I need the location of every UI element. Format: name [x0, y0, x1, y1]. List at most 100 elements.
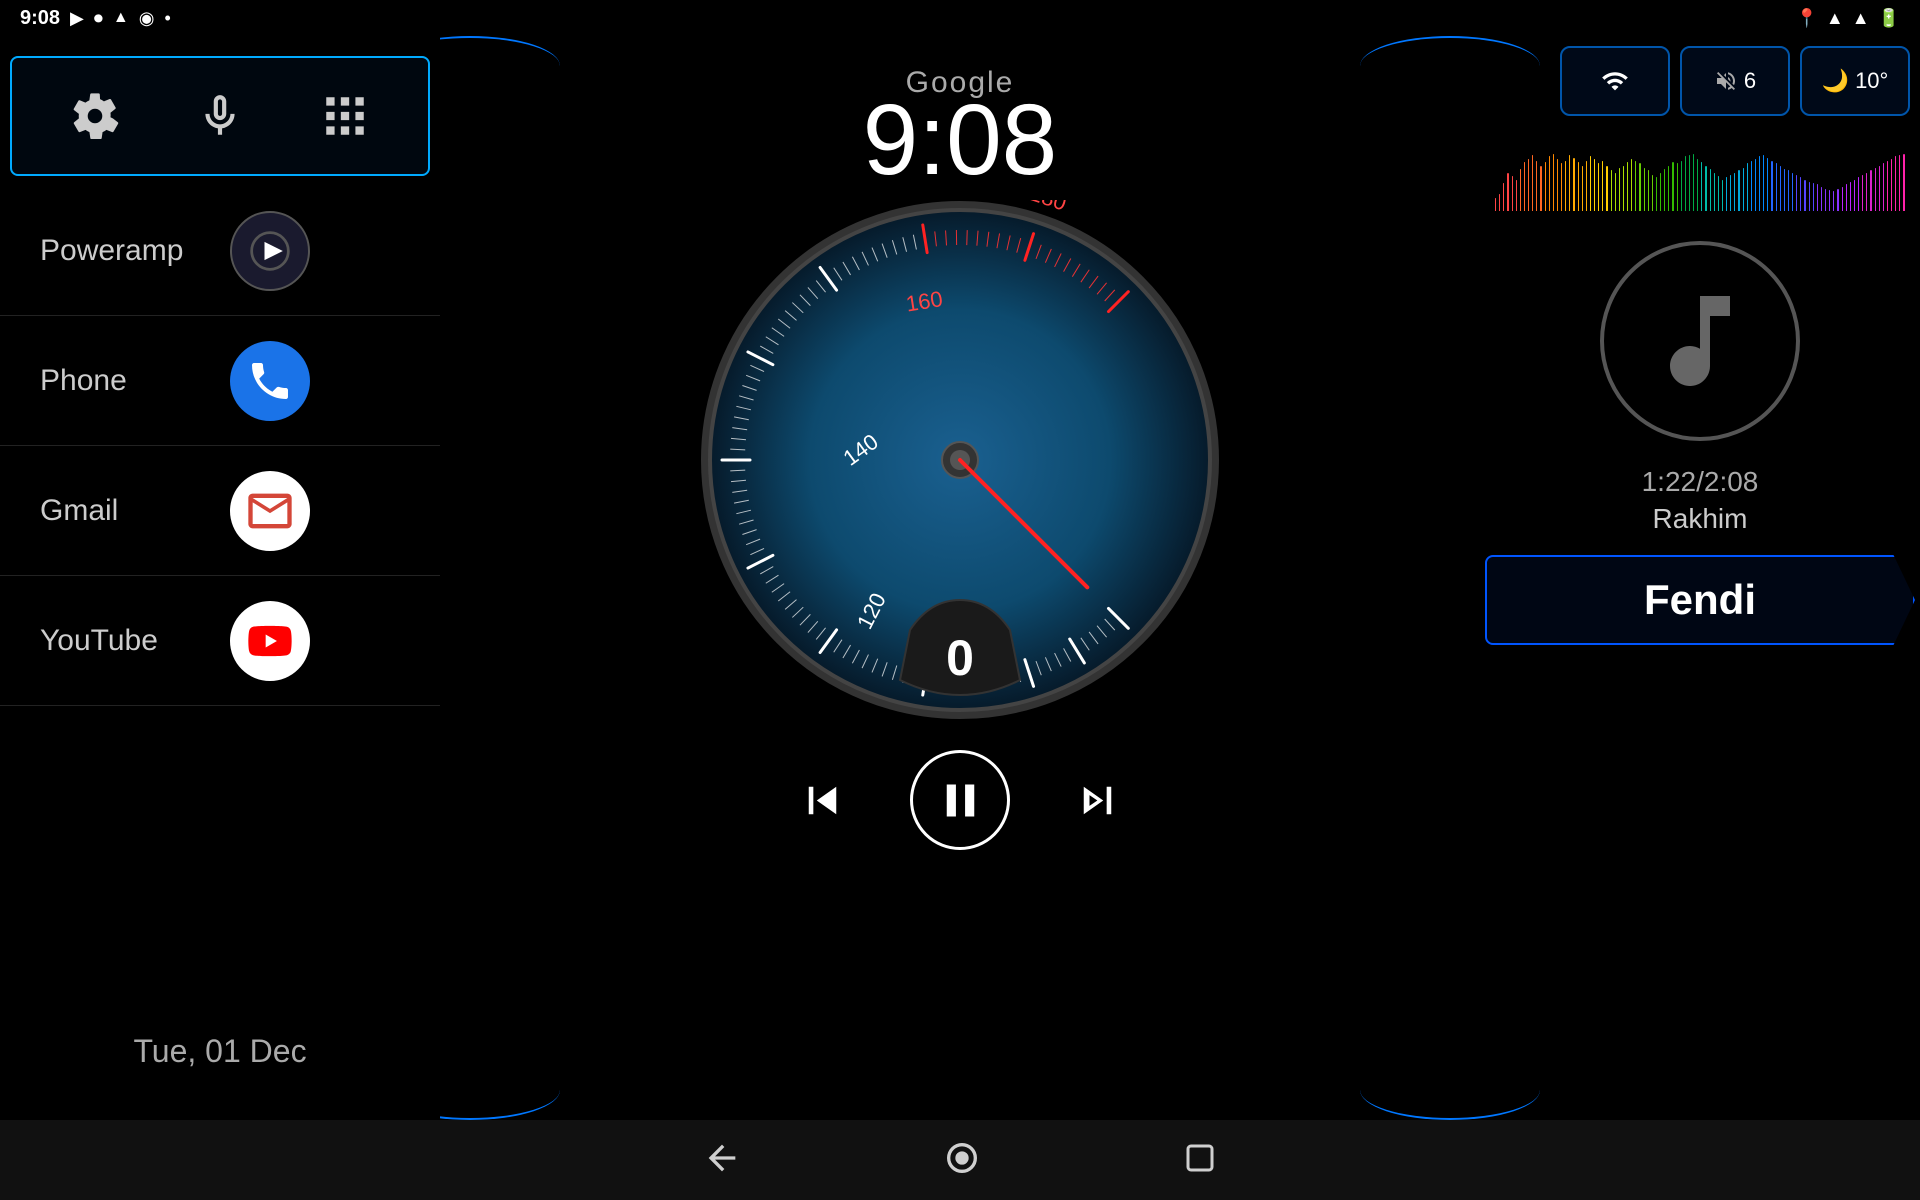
eq-bar — [1697, 159, 1698, 212]
eq-bar — [1895, 156, 1896, 211]
eq-bar — [1722, 180, 1723, 212]
phone-icon — [230, 341, 310, 421]
pause-button[interactable] — [910, 750, 1010, 850]
eq-bar — [1751, 161, 1752, 211]
eq-bar — [1578, 162, 1579, 211]
eq-bar — [1520, 169, 1521, 211]
eq-bar — [1714, 173, 1715, 212]
battery-icon: 🔋 — [1878, 8, 1900, 29]
volume-widget: 6 — [1680, 46, 1790, 116]
left-panel: Poweramp Phone Gmail YouTube — [0, 36, 440, 1200]
eq-bar — [1817, 184, 1818, 211]
music-note-icon — [1600, 241, 1800, 441]
eq-bar — [1590, 156, 1591, 211]
app-item-phone[interactable]: Phone — [0, 316, 440, 446]
eq-bar — [1627, 162, 1628, 211]
eq-bar — [1726, 177, 1727, 211]
app-item-gmail[interactable]: Gmail — [0, 446, 440, 576]
eq-bar — [1631, 159, 1632, 212]
eq-bar — [1594, 159, 1595, 212]
eq-bar — [1887, 161, 1888, 211]
track-time: 1:22/2:08 — [1642, 466, 1759, 498]
eq-bar — [1565, 161, 1566, 211]
app-label-phone: Phone — [40, 364, 200, 398]
eq-bar — [1747, 163, 1748, 211]
status-bar: 9:08 ▶ ⏺ ▲ ◉ • 📍 ▲ ▲ 🔋 — [0, 0, 1920, 36]
eq-bar — [1738, 170, 1739, 211]
eq-bar — [1672, 162, 1673, 211]
microphone-button[interactable] — [195, 91, 245, 141]
eq-bar — [1899, 155, 1900, 211]
prev-button[interactable] — [795, 773, 850, 828]
date-display: Tue, 01 Dec — [0, 1033, 440, 1070]
speedometer: 0 20 40 60 80 100 120 140 160 180 200 0 — [700, 200, 1220, 720]
eq-bar — [1693, 154, 1694, 211]
eq-bar — [1639, 163, 1640, 211]
eq-bar — [1862, 175, 1863, 211]
gmail-icon — [230, 471, 310, 551]
settings-button[interactable] — [70, 91, 120, 141]
eq-bar — [1837, 189, 1838, 211]
app-item-youtube[interactable]: YouTube — [0, 576, 440, 706]
eq-bar — [1759, 156, 1760, 211]
eq-bar — [1813, 183, 1814, 211]
track-artist: Rakhim — [1653, 503, 1748, 535]
eq-bar — [1804, 180, 1805, 212]
eq-bar — [1796, 175, 1797, 211]
app-item-poweramp[interactable]: Poweramp — [0, 186, 440, 316]
app-label-gmail: Gmail — [40, 494, 200, 528]
eq-bar — [1553, 154, 1554, 211]
equalizer — [1490, 131, 1910, 211]
next-button[interactable] — [1070, 773, 1125, 828]
eq-bar — [1495, 198, 1496, 211]
eq-bar — [1800, 177, 1801, 211]
eq-bar — [1557, 159, 1558, 212]
home-button[interactable] — [942, 1138, 982, 1183]
eq-bar — [1606, 166, 1607, 212]
eq-bar — [1879, 166, 1880, 212]
eq-bar — [1755, 159, 1756, 212]
eq-bar — [1829, 190, 1830, 211]
eq-bar — [1677, 163, 1678, 211]
recents-button[interactable] — [1182, 1140, 1218, 1181]
eq-bar — [1846, 184, 1847, 211]
eq-bar — [1771, 161, 1772, 211]
youtube-icon — [230, 601, 310, 681]
eq-bar — [1833, 191, 1834, 211]
eq-bar — [1507, 173, 1508, 212]
eq-bar — [1730, 175, 1731, 211]
eq-bar — [1883, 163, 1884, 211]
signal-icon: ▲ — [1852, 8, 1870, 29]
eq-bar — [1499, 194, 1500, 212]
eq-bar — [1503, 183, 1504, 211]
eq-bar — [1809, 182, 1810, 211]
app-label-poweramp: Poweramp — [40, 234, 200, 268]
eq-bar — [1701, 162, 1702, 211]
play-icon: ▶ — [70, 8, 84, 29]
track-title: Fendi — [1485, 555, 1915, 645]
eq-bar — [1619, 168, 1620, 211]
back-button[interactable] — [702, 1138, 742, 1183]
weather-widget: 🌙 10° — [1800, 46, 1910, 116]
eq-bar — [1516, 180, 1517, 212]
eq-bar — [1850, 182, 1851, 211]
stop-icon: ⏺ — [94, 8, 103, 29]
eq-bar — [1875, 168, 1876, 211]
top-controls-bar — [10, 56, 430, 176]
eq-bar — [1784, 169, 1785, 211]
eq-bar — [1870, 170, 1871, 211]
status-left-icons: 9:08 ▶ ⏺ ▲ ◉ • — [20, 7, 171, 30]
eq-bar — [1763, 155, 1764, 211]
eq-bar — [1652, 175, 1653, 211]
eq-bar — [1767, 158, 1768, 211]
status-time: 9:08 — [20, 7, 60, 30]
eq-bar — [1623, 166, 1624, 212]
eq-bar — [1660, 173, 1661, 212]
apps-grid-button[interactable] — [320, 91, 370, 141]
eq-bar — [1825, 189, 1826, 211]
eq-bar — [1903, 154, 1904, 211]
eq-bar — [1644, 168, 1645, 211]
eq-bar — [1718, 176, 1719, 211]
eq-bar — [1532, 155, 1533, 211]
eq-bar — [1685, 156, 1686, 211]
